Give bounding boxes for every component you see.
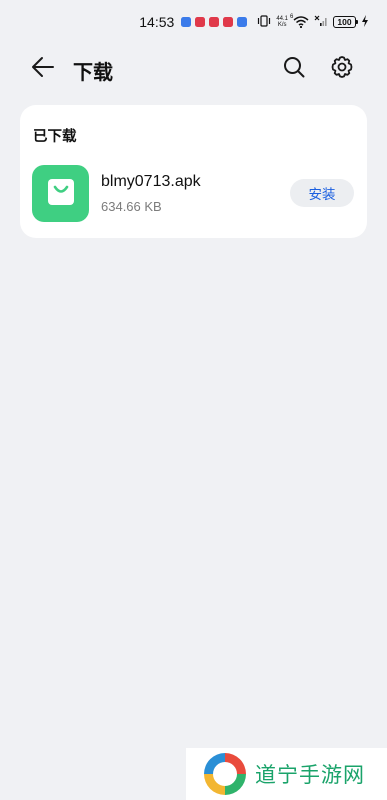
gear-icon	[330, 55, 354, 83]
status-right: 44.1 K/s 6 100	[257, 14, 369, 30]
app-icon	[32, 165, 89, 222]
wifi-label: 6	[290, 14, 294, 20]
charging-icon	[361, 14, 369, 30]
notification-icon	[209, 17, 220, 27]
page-title: 下载	[73, 60, 113, 84]
watermark-text: 道宁手游网	[255, 763, 365, 787]
search-icon	[283, 56, 305, 82]
no-signal-icon	[314, 15, 328, 30]
shopping-bag-icon	[46, 177, 76, 211]
status-time: 14:53	[139, 14, 175, 30]
notification-icon	[195, 17, 206, 27]
app-header: 下载	[0, 46, 387, 92]
downloads-card: 已下载 blmy0713.apk 634.66 KB 安装	[20, 105, 367, 238]
wifi-icon: 6	[290, 14, 309, 28]
arrow-left-icon	[31, 56, 55, 82]
section-title: 已下载	[33, 129, 77, 145]
install-button[interactable]: 安装	[290, 179, 354, 207]
status-left: 14:53	[139, 14, 248, 30]
file-size: 634.66 KB	[101, 199, 162, 214]
net-speed-unit: K/s	[277, 22, 287, 28]
notification-icon	[181, 17, 192, 27]
back-button[interactable]	[28, 54, 58, 84]
battery-icon: 100	[333, 16, 358, 28]
watermark-logo-icon	[201, 750, 249, 798]
notification-icon	[237, 17, 248, 27]
list-item[interactable]: blmy0713.apk 634.66 KB 安装	[20, 161, 367, 225]
search-button[interactable]	[279, 54, 309, 84]
settings-button[interactable]	[327, 54, 357, 84]
vibrate-icon	[257, 14, 271, 30]
file-name: blmy0713.apk	[101, 173, 201, 190]
watermark: 道宁手游网	[186, 748, 387, 800]
status-bar: 14:53 44.1 K/s 6 100	[0, 0, 387, 44]
notification-icon	[223, 17, 234, 27]
net-speed: 44.1 K/s	[276, 16, 288, 28]
